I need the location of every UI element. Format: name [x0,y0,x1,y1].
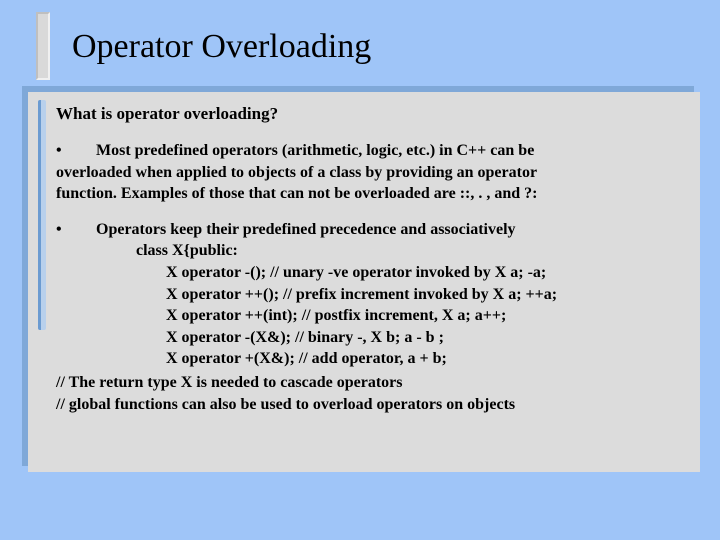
code-line-3: X operator ++(); // prefix increment inv… [56,284,680,306]
code-line-2: X operator -(); // unary -ve operator in… [56,262,680,284]
code-line-5: X operator -(X&); // binary -, X b; a - … [56,327,680,349]
content-box: What is operator overloading? • Most pre… [28,92,700,472]
bullet-marker: • [56,219,96,241]
bullet-1: • Most predefined operators (arithmetic,… [56,140,680,205]
title-accent-bar [36,12,50,80]
side-accent-bar [38,100,46,330]
code-line-4: X operator ++(int); // postfix increment… [56,305,680,327]
code-line-1: class X{public: [56,240,680,262]
bullet-1-cont2: function. Examples of those that can not… [56,183,680,205]
bullet-marker: • [56,140,96,162]
content-heading: What is operator overloading? [56,104,680,124]
title-area: Operator Overloading [0,0,720,86]
comment-1: // The return type X is needed to cascad… [56,372,680,394]
content-wrap: What is operator overloading? • Most pre… [28,92,700,472]
bullet-2-text: Operators keep their predefined preceden… [96,219,680,241]
bullet-2: • Operators keep their predefined preced… [56,219,680,370]
bullet-1-cont1: overloaded when applied to objects of a … [56,162,680,184]
bullet-1-text: Most predefined operators (arithmetic, l… [96,140,680,162]
slide-title: Operator Overloading [72,28,720,66]
comment-2: // global functions can also be used to … [56,394,680,416]
code-line-6: X operator +(X&); // add operator, a + b… [56,348,680,370]
